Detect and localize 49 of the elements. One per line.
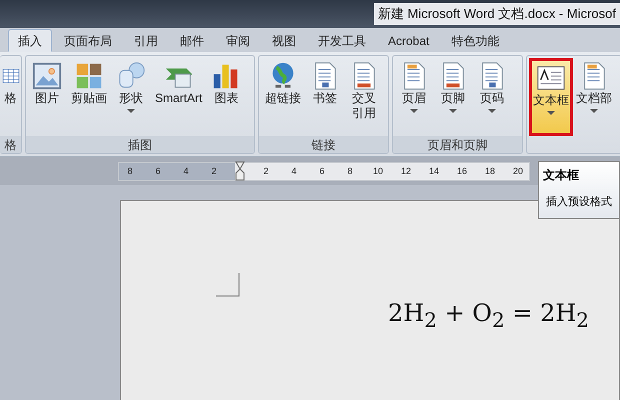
ruler-number: 2: [262, 166, 270, 176]
ribbon-tab[interactable]: 开发工具: [308, 29, 376, 52]
ruler-number: 12: [400, 166, 412, 176]
ruler-number: 8: [346, 166, 354, 176]
ribbon-button[interactable]: 图片: [28, 58, 66, 136]
window-title: 新建 Microsoft Word 文档.docx - Microsof: [374, 3, 620, 25]
clipart-icon: [74, 61, 104, 91]
ribbon-button[interactable]: SmartArt: [151, 58, 206, 136]
ribbon-button[interactable]: 交叉 引用: [345, 58, 383, 136]
ruler-number: 4: [182, 166, 190, 176]
ruler-number: 18: [484, 166, 496, 176]
ribbon-button[interactable]: 页眉: [395, 58, 433, 136]
group-label: 格: [0, 136, 21, 153]
ribbon-button[interactable]: 页码: [473, 58, 511, 136]
ribbon-tab[interactable]: 审阅: [216, 29, 260, 52]
ruler-number: 10: [372, 166, 384, 176]
picture-icon: [32, 61, 62, 91]
ribbon-button[interactable]: 文本框: [529, 58, 573, 136]
ribbon-tab[interactable]: 插入: [8, 29, 52, 52]
ribbon-button[interactable]: 文档部: [574, 58, 614, 136]
ribbon-button[interactable]: 超链接: [261, 58, 305, 136]
ribbon-tab[interactable]: 引用: [124, 29, 168, 52]
ribbon-tab[interactable]: 特色功能: [441, 29, 510, 52]
ribbon-button[interactable]: 书签: [306, 58, 344, 136]
ribbon-tab[interactable]: Acrobat: [378, 29, 440, 52]
ribbon-button[interactable]: 格: [0, 58, 20, 136]
ruler-number: 6: [154, 166, 162, 176]
ruler-number: 2: [210, 166, 218, 176]
ribbon-tab[interactable]: 视图: [262, 29, 306, 52]
ribbon-button[interactable]: 形状: [112, 58, 150, 136]
ruler-number: 8: [126, 166, 134, 176]
tooltip-title: 文本框: [543, 167, 580, 184]
margin-corner-mark: [216, 273, 240, 297]
equation-text: 2H$_{2}$ + O$_{2}$ = 2H$_{2}$: [388, 299, 590, 332]
group-label: 页眉和页脚: [393, 136, 522, 153]
group-label: 链接: [259, 136, 388, 153]
ruler-number: 4: [290, 166, 298, 176]
ribbon-button[interactable]: 页脚: [434, 58, 472, 136]
ribbon-tab[interactable]: 页面布局: [54, 29, 122, 52]
indent-marker-icon[interactable]: [235, 161, 245, 181]
tooltip-text: 插入预设格式: [545, 195, 613, 209]
ribbon-button[interactable]: 图表: [207, 58, 246, 136]
group-label: 插图: [26, 136, 254, 153]
ruler-number: 14: [428, 166, 440, 176]
ruler-number: 20: [512, 166, 524, 176]
ruler-number: 6: [318, 166, 326, 176]
ruler-number: 16: [456, 166, 468, 176]
ribbon-tab[interactable]: 邮件: [170, 29, 214, 52]
ribbon-button[interactable]: 剪贴画: [67, 58, 111, 136]
